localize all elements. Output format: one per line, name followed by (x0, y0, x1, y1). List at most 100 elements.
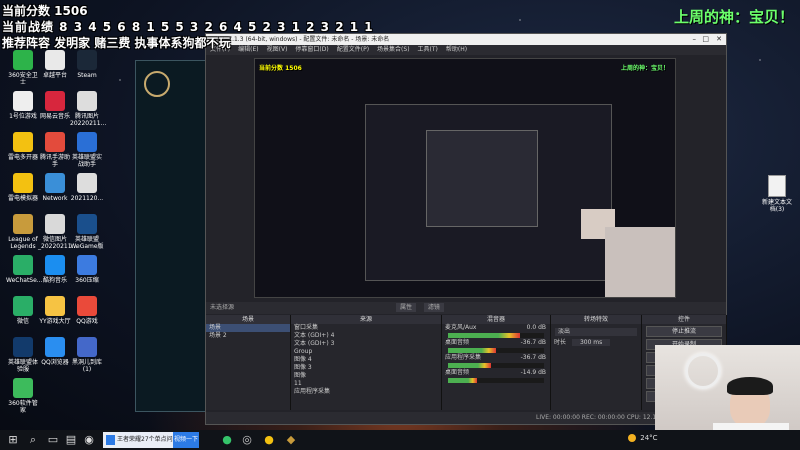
desktop-icon[interactable]: 360压缩 (70, 255, 104, 284)
desktop-icon[interactable]: 酷狗音乐 (38, 255, 72, 284)
volume-meter[interactable] (448, 333, 544, 338)
desktop-icon[interactable]: 英雄联盟实战助手 (70, 132, 104, 168)
edge-icon[interactable]: ◉ (82, 433, 96, 447)
control-button[interactable]: 停止推流 (646, 326, 722, 337)
obs-menu-item[interactable]: 编辑(E) (238, 46, 258, 53)
desktop-icon[interactable]: 微信 (6, 296, 40, 325)
properties-button[interactable]: 属性 (395, 303, 416, 312)
source-item[interactable]: 11 (291, 380, 441, 388)
minimize-icon[interactable]: – (693, 34, 697, 45)
windows-start-icon[interactable]: ⊞ (6, 433, 20, 447)
obs-taskbar-icon[interactable]: ◎ (240, 433, 254, 447)
desktop-icon[interactable]: 1号位游戏 (6, 91, 40, 120)
volume-meter-fill (448, 333, 520, 338)
mixer-channel-db: 0.0 dB (526, 324, 546, 331)
desktop-icon[interactable]: 卓越平台 (38, 50, 72, 79)
source-item[interactable]: 文本 (GDI+) 3 (291, 340, 441, 348)
desktop-icon-label: 360软件管家 (8, 400, 38, 414)
ring-light (685, 353, 721, 389)
volume-meter[interactable] (448, 348, 544, 353)
desktop-icon[interactable]: 腾讯图片 20220211... (70, 91, 106, 127)
desktop-icon[interactable]: Network (38, 173, 72, 202)
desktop-icon[interactable]: 网易云音乐 (38, 91, 72, 120)
obs-menu-item[interactable]: 视图(V) (267, 46, 288, 53)
app-icon (13, 173, 33, 193)
source-item[interactable]: 图像 3 (291, 364, 441, 372)
desktop-icon-label: Network (42, 195, 68, 202)
app-taskbar-icon[interactable]: ● (262, 433, 276, 447)
desktop-file-label: 新建文本文档(3) (761, 199, 792, 213)
volume-meter[interactable] (448, 363, 544, 368)
taskbar-search-task[interactable]: 视频一下 (173, 432, 199, 448)
maximize-icon[interactable]: □ (702, 34, 709, 45)
desktop-icon[interactable]: 腾讯手游助手 (38, 132, 72, 168)
app-icon (77, 132, 97, 152)
desktop-file-icon[interactable]: 新建文本文档(3) (760, 175, 794, 213)
desktop-icon[interactable]: Steam (70, 50, 104, 79)
desktop-icon[interactable]: 英雄联盟体验服 (6, 337, 40, 373)
source-item[interactable]: 文本 (GDI+) 4 (291, 332, 441, 340)
record-overlay: 当前战绩 8 3 4 5 6 8 1 5 5 3 2 6 4 5 2 3 1 2… (2, 20, 374, 34)
obs-menu-item[interactable]: 配置文件(P) (337, 46, 369, 53)
explorer-icon[interactable]: ▤ (64, 433, 78, 447)
desktop-icon[interactable]: YY游戏大厅 (38, 296, 72, 325)
source-item[interactable]: 图像 4 (291, 356, 441, 364)
scenes-title: 场景 (206, 315, 290, 324)
god-overlay: 上周的神：宝贝！ (673, 8, 794, 26)
app-icon (13, 214, 33, 234)
duration-input[interactable]: 300 ms (571, 339, 611, 346)
desktop-icon[interactable]: 360软件管家 (6, 378, 40, 414)
scene-item[interactable]: 场景 2 (206, 332, 290, 340)
obs-window-title: OBS 27.1.3 (64-bit, windows) - 配置文件: 未命名… (210, 36, 390, 43)
desktop-icon[interactable]: QQ浏览器 (38, 337, 72, 366)
desktop-icon[interactable]: 2021120... (70, 173, 104, 202)
desktop-icon[interactable]: 雷电模拟器 (6, 173, 40, 202)
scene-item[interactable]: 场景 (206, 324, 290, 332)
sources-dock: 来源 窗口采集 文本 (GDI+) 4 文本 (GDI+) 3 Group 图像 4 图像… (291, 315, 442, 410)
search-icon[interactable]: ⌕ (26, 433, 40, 447)
desktop-icon-label: 网易云音乐 (39, 113, 70, 120)
filters-button[interactable]: 滤镜 (423, 303, 444, 312)
weather-widget[interactable]: 24°C (628, 434, 658, 442)
desktop-icon-label: 英雄联盟体验服 (7, 359, 38, 373)
app-icon (77, 296, 97, 316)
desktop-icon[interactable]: WeChatSe... (6, 255, 43, 284)
transition-select[interactable]: 淡出 (555, 328, 637, 336)
obs-window[interactable]: OBS 27.1.3 (64-bit, windows) - 配置文件: 未命名… (205, 33, 727, 425)
mixer-channel-db: -36.7 dB (520, 339, 546, 346)
source-item[interactable]: 应用程序采集 (291, 388, 441, 396)
task-view-icon[interactable]: ▭ (46, 433, 60, 447)
lol-taskbar-icon[interactable]: ◆ (284, 433, 298, 447)
obs-preview[interactable]: 当前分数 1506 上周的神：宝贝！ (254, 58, 676, 298)
desktop-icon[interactable]: 雷电多开器 (6, 132, 40, 161)
wechat-taskbar-icon[interactable]: ● (220, 433, 234, 447)
desktop-icon[interactable]: 微信图片_20220211... (38, 214, 77, 250)
score-overlay: 当前分数 1506 (2, 4, 88, 18)
app-icon (77, 50, 97, 70)
obs-menu-item[interactable]: 工具(T) (418, 46, 438, 53)
mixer-title: 混音器 (442, 315, 550, 324)
desktop-icon-label: 雷电模拟器 (7, 195, 38, 202)
controls-title: 控件 (642, 315, 726, 324)
mixer-channel: 麦克风/Aux 0.0 dB (442, 324, 550, 332)
source-item[interactable]: Group (291, 348, 441, 356)
desktop-icon[interactable]: 英雄联盟 WeGame版 (70, 214, 104, 250)
desktop-icon-label: 腾讯手游助手 (39, 154, 70, 168)
close-icon[interactable]: ✕ (716, 34, 722, 45)
desktop-icon-label: 360安全卫士 (8, 72, 38, 86)
desktop-icon[interactable]: 黑洞儿到库(1) (70, 337, 104, 373)
source-toolbar: 未选择源 属性 滤镜 (206, 302, 726, 314)
desktop-icon[interactable]: QQ游戏 (70, 296, 104, 325)
obs-menu-item[interactable]: 场景集合(S) (377, 46, 410, 53)
volume-meter[interactable] (448, 378, 544, 383)
desktop-icon[interactable]: League of Legends (6, 214, 40, 250)
scenes-dock: 场景 场景 场景 2 (206, 315, 291, 410)
obs-menu-item[interactable]: 帮助(H) (446, 46, 467, 53)
obs-menu-item[interactable]: 停靠窗口(D) (295, 46, 328, 53)
preview-god: 上周的神：宝贝！ (620, 65, 669, 72)
source-item[interactable]: 图像 (291, 372, 441, 380)
desktop-icon[interactable]: 360安全卫士 (6, 50, 40, 86)
app-icon (45, 50, 65, 70)
source-item[interactable]: 窗口采集 (291, 324, 441, 332)
mixer-dock: 混音器 麦克风/Aux 0.0 dB 桌面音频 -36.7 dB 应用程序采集 -36.7… (442, 315, 551, 410)
